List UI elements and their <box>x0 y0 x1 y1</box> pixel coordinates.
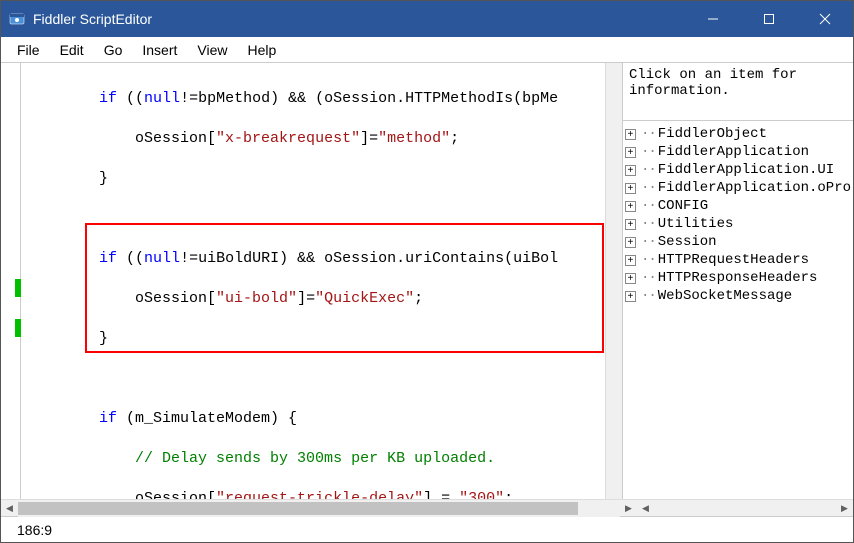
menu-go[interactable]: Go <box>94 40 133 60</box>
expand-icon[interactable]: + <box>625 147 636 158</box>
class-tree[interactable]: +··FiddlerObject +··FiddlerApplication +… <box>623 121 853 499</box>
expand-icon[interactable]: + <box>625 219 636 230</box>
titlebar: Fiddler ScriptEditor <box>1 1 853 37</box>
code-editor[interactable]: if ((null!=bpMethod) && (oSession.HTTPMe… <box>21 63 605 499</box>
code-line: oSession["request-trickle-delay"] = "300… <box>27 489 605 499</box>
scroll-left-icon[interactable]: ◀ <box>1 500 18 517</box>
editor-pane: if ((null!=bpMethod) && (oSession.HTTPMe… <box>1 63 623 499</box>
tree-node[interactable]: +··FiddlerApplication <box>625 143 851 161</box>
expand-icon[interactable]: + <box>625 291 636 302</box>
scrollbar-track[interactable] <box>18 500 620 517</box>
code-line <box>27 209 605 229</box>
menu-edit[interactable]: Edit <box>50 40 94 60</box>
tree-label: FiddlerApplication.oPro <box>658 179 851 197</box>
main-area: if ((null!=bpMethod) && (oSession.HTTPMe… <box>1 63 853 499</box>
info-panel: Click on an item for information. <box>623 63 853 121</box>
expand-icon[interactable]: + <box>625 201 636 212</box>
code-line: oSession["ui-bold"]="QuickExec"; <box>27 289 605 309</box>
window-controls <box>685 1 853 37</box>
code-line: if ((null!=bpMethod) && (oSession.HTTPMe… <box>27 89 605 109</box>
code-line: if ((null!=uiBoldURI) && oSession.uriCon… <box>27 249 605 269</box>
hscroll-row: ◀ ▶ ◀ ▶ <box>1 499 853 516</box>
tree-label: FiddlerApplication <box>658 143 809 161</box>
code-line <box>27 369 605 389</box>
editor-wrap: if ((null!=bpMethod) && (oSession.HTTPMe… <box>1 63 622 499</box>
menu-help[interactable]: Help <box>237 40 286 60</box>
tree-horizontal-scrollbar[interactable]: ◀ ▶ <box>637 500 853 516</box>
scroll-left-icon[interactable]: ◀ <box>637 500 654 517</box>
close-button[interactable] <box>797 1 853 37</box>
expand-icon[interactable]: + <box>625 255 636 266</box>
menubar: File Edit Go Insert View Help <box>1 37 853 63</box>
code-line: } <box>27 329 605 349</box>
expand-icon[interactable]: + <box>625 273 636 284</box>
code-line: if (m_SimulateModem) { <box>27 409 605 429</box>
window-title: Fiddler ScriptEditor <box>33 11 685 27</box>
tree-label: HTTPRequestHeaders <box>658 251 809 269</box>
scroll-right-icon[interactable]: ▶ <box>836 500 853 517</box>
tree-label: Utilities <box>658 215 734 233</box>
tree-node[interactable]: +··Utilities <box>625 215 851 233</box>
menu-insert[interactable]: Insert <box>132 40 187 60</box>
tree-label: HTTPResponseHeaders <box>658 269 818 287</box>
editor-gutter <box>1 63 21 499</box>
expand-icon[interactable]: + <box>625 129 636 140</box>
scroll-right-icon[interactable]: ▶ <box>620 500 637 517</box>
editor-horizontal-scrollbar[interactable]: ◀ ▶ <box>1 500 637 516</box>
maximize-button[interactable] <box>741 1 797 37</box>
menu-view[interactable]: View <box>187 40 237 60</box>
scrollbar-thumb[interactable] <box>18 502 578 515</box>
expand-icon[interactable]: + <box>625 165 636 176</box>
tree-node[interactable]: +··Session <box>625 233 851 251</box>
expand-icon[interactable]: + <box>625 183 636 194</box>
app-icon <box>9 11 25 27</box>
tree-label: FiddlerApplication.UI <box>658 161 834 179</box>
expand-icon[interactable]: + <box>625 237 636 248</box>
tree-label: WebSocketMessage <box>658 287 792 305</box>
tree-node[interactable]: +··CONFIG <box>625 197 851 215</box>
minimize-button[interactable] <box>685 1 741 37</box>
code-line: oSession["x-breakrequest"]="method"; <box>27 129 605 149</box>
right-pane: Click on an item for information. +··Fid… <box>623 63 853 499</box>
code-line: } <box>27 169 605 189</box>
tree-node[interactable]: +··HTTPRequestHeaders <box>625 251 851 269</box>
tree-node[interactable]: +··FiddlerObject <box>625 125 851 143</box>
tree-label: FiddlerObject <box>658 125 767 143</box>
tree-node[interactable]: +··HTTPResponseHeaders <box>625 269 851 287</box>
tree-label: CONFIG <box>658 197 708 215</box>
cursor-position: 186:9 <box>17 522 52 538</box>
menu-file[interactable]: File <box>7 40 50 60</box>
tree-node[interactable]: +··WebSocketMessage <box>625 287 851 305</box>
vertical-scrollbar[interactable] <box>605 63 622 499</box>
code-line: // Delay sends by 300ms per KB uploaded. <box>27 449 605 469</box>
statusbar: 186:9 <box>1 516 853 542</box>
tree-label: Session <box>658 233 717 251</box>
tree-node[interactable]: +··FiddlerApplication.oPro <box>625 179 851 197</box>
tree-node[interactable]: +··FiddlerApplication.UI <box>625 161 851 179</box>
scrollbar-track[interactable] <box>654 500 836 517</box>
